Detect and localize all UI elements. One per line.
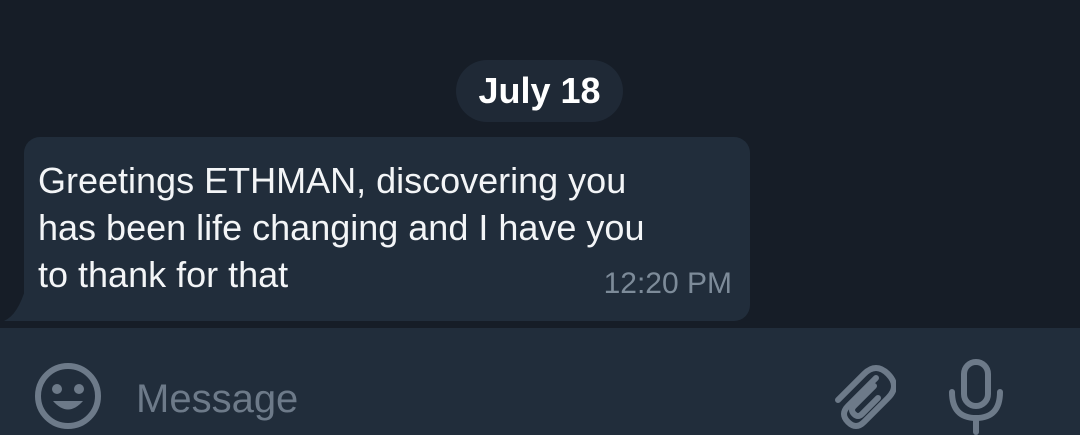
paperclip-icon — [835, 365, 896, 429]
message-timestamp: 12:20 PM — [603, 267, 732, 300]
microphone-icon — [949, 359, 1003, 435]
smiley-face-icon — [35, 363, 101, 429]
emoji-button[interactable] — [32, 360, 104, 432]
message-input[interactable] — [136, 366, 796, 432]
date-separator: July 18 — [456, 60, 623, 122]
microphone-button[interactable] — [944, 358, 1008, 435]
attach-button[interactable] — [826, 360, 896, 435]
